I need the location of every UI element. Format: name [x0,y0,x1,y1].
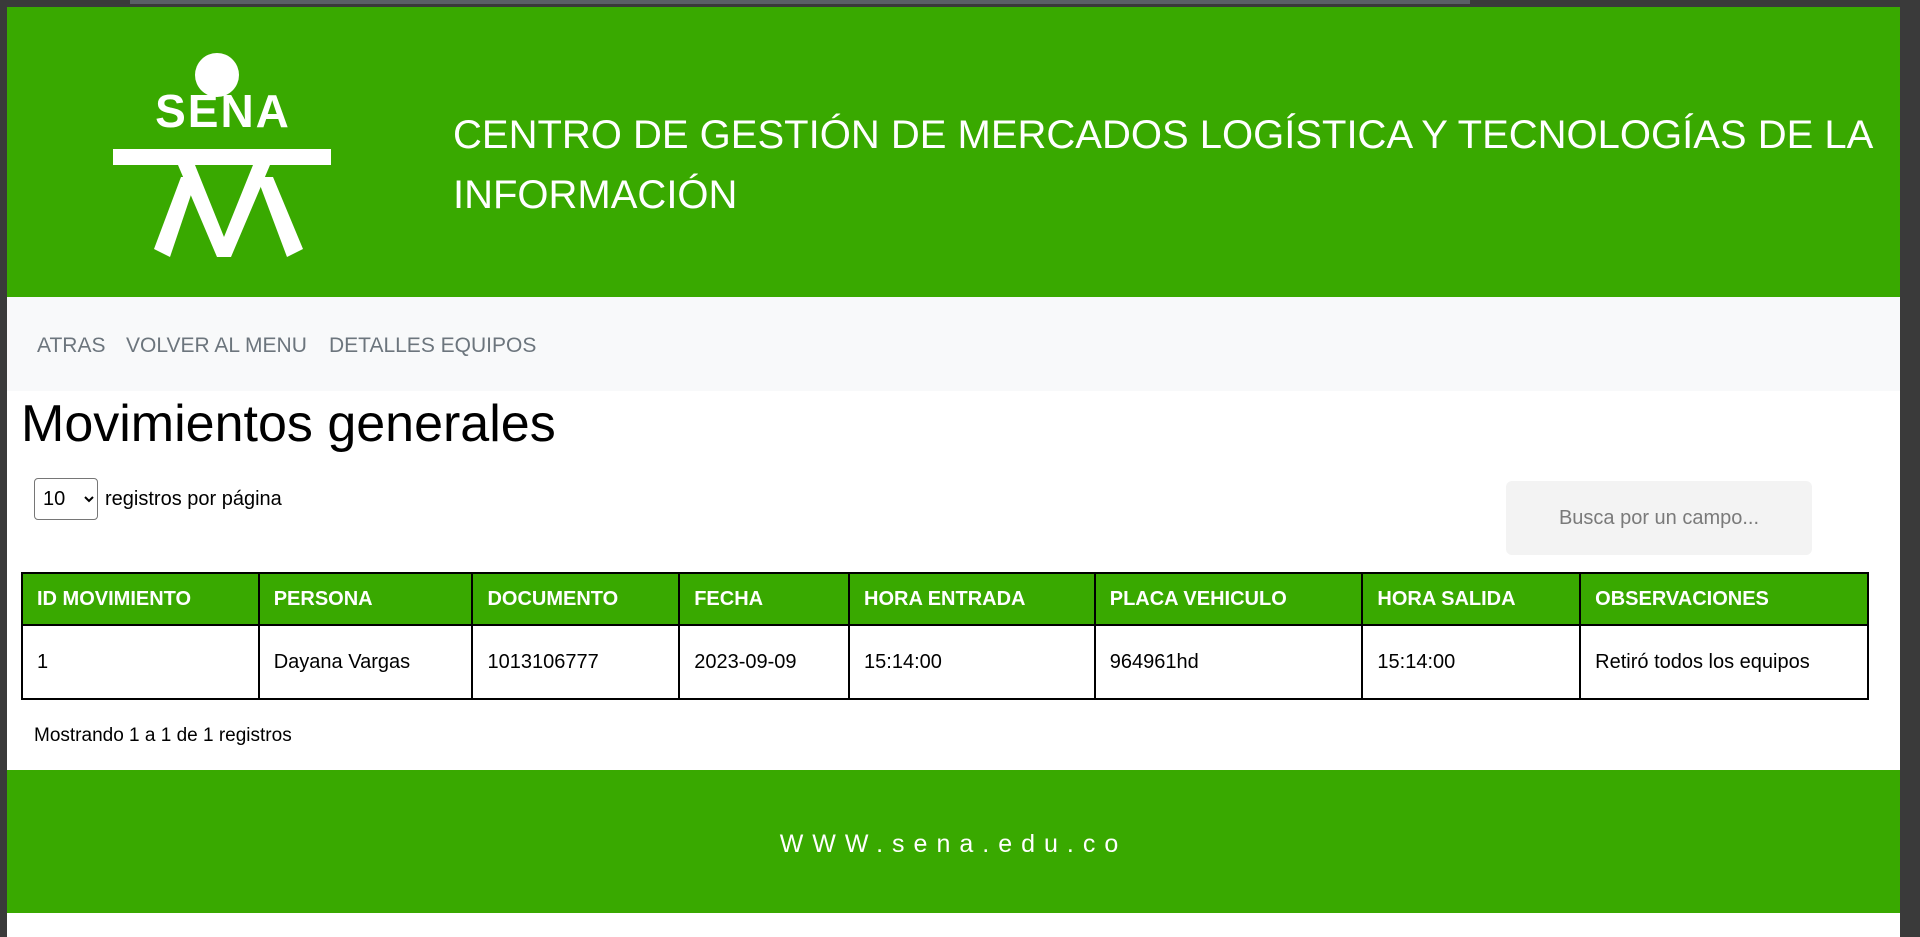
search-input[interactable] [1506,481,1812,555]
cell-id-movimiento: 1 [21,624,260,700]
window-right-edge [1900,0,1920,937]
column-header-id-movimiento[interactable]: ID MOVIMIENTO [21,572,260,626]
cell-placa-vehiculo: 964961hd [1093,624,1364,700]
cell-hora-salida: 15:14:00 [1361,624,1582,700]
page-length-label: registros por página [105,487,282,510]
column-header-fecha[interactable]: FECHA [678,572,851,626]
header-title: CENTRO DE GESTIÓN DE MERCADOS LOGÍSTICA … [453,113,1872,217]
cell-documento: 1013106777 [471,624,681,700]
page: SENA CENTRO DE GESTIÓN DE MERCADOS LOGÍS… [7,7,1900,937]
column-header-persona[interactable]: PERSONA [257,572,474,626]
site-header: SENA CENTRO DE GESTIÓN DE MERCADOS LOGÍS… [7,7,1900,297]
nav-item-detalles-equipos[interactable]: DETALLES EQUIPOS [329,334,536,358]
page-length-control: 10 registros por página [34,477,282,521]
column-header-hora-salida[interactable]: HORA SALIDA [1361,572,1582,626]
browser-top-bar [130,0,1470,4]
cell-persona: Dayana Vargas [257,624,474,700]
site-footer: WWW.sena.edu.co [7,770,1900,913]
cell-fecha: 2023-09-09 [678,624,851,700]
cell-hora-entrada: 15:14:00 [848,624,1096,700]
footer-website: WWW.sena.edu.co [779,830,1128,858]
column-header-documento[interactable]: DOCUMENTO [471,572,681,626]
nav-item-atras[interactable]: ATRAS [37,334,105,358]
column-header-hora-entrada[interactable]: HORA ENTRADA [848,572,1096,626]
sena-logo: SENA [113,53,331,257]
page-length-select[interactable]: 10 [34,478,98,520]
column-header-placa-vehiculo[interactable]: PLACA VEHICULO [1093,572,1364,626]
movements-table: ID MOVIMIENTO PERSONA DOCUMENTO FECHA HO… [21,572,1869,700]
cell-observaciones: Retiró todos los equipos [1579,624,1869,700]
nav-item-volver-al-menu[interactable]: VOLVER AL MENU [126,334,307,358]
navbar: ATRAS VOLVER AL MENU DETALLES EQUIPOS [7,297,1900,391]
logo-text: SENA [155,85,291,137]
page-title: Movimientos generales [21,395,556,453]
table-row: 1 Dayana Vargas 1013106777 2023-09-09 15… [21,624,1869,700]
column-header-observaciones[interactable]: OBSERVACIONES [1579,572,1869,626]
table-header-row: ID MOVIMIENTO PERSONA DOCUMENTO FECHA HO… [21,572,1869,626]
table-info: Mostrando 1 a 1 de 1 registros [34,725,292,746]
